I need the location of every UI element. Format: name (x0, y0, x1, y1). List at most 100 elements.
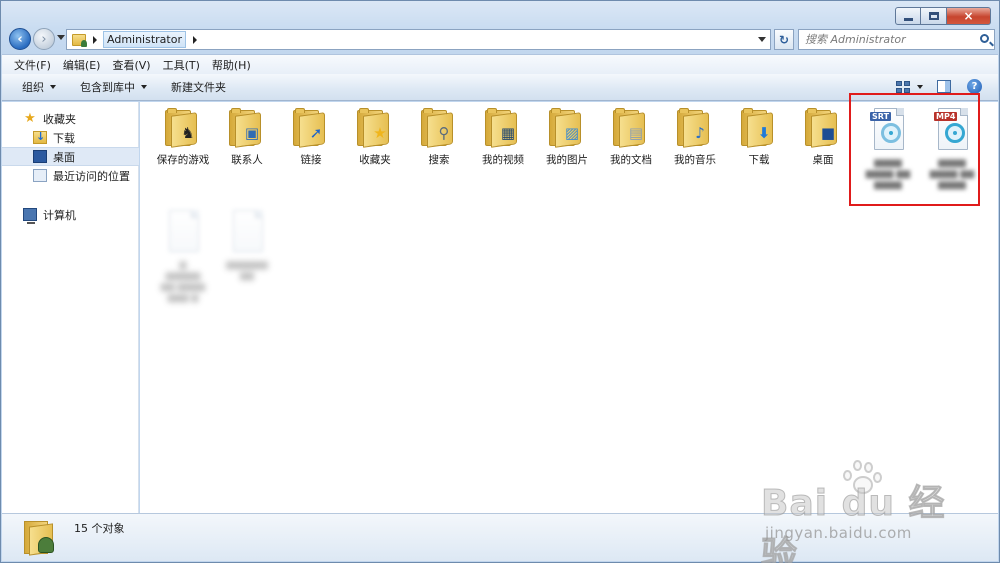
chess-knight-icon: ♞ (181, 124, 195, 142)
folder-contacts[interactable]: ▣ 联系人 (215, 108, 279, 167)
folder-label: 我的图片 (546, 154, 588, 166)
folder-my-music[interactable]: ♪ 我的音乐 (663, 108, 727, 167)
menu-view[interactable]: 查看(V) (112, 57, 150, 73)
sidebar-item-downloads[interactable]: 下载 (2, 128, 139, 147)
breadcrumb-administrator[interactable]: Administrator (103, 31, 186, 48)
redacted-filename: ▆▆▆▆▆▆ ▆▆ (226, 260, 268, 281)
recent-pages-dropdown[interactable] (57, 35, 65, 40)
sidebar-item-recent-places[interactable]: 最近访问的位置 (2, 166, 139, 185)
back-arrow-icon: ‹ (17, 31, 23, 47)
change-view-icon[interactable] (896, 80, 910, 93)
menu-edit[interactable]: 编辑(E) (63, 57, 101, 73)
document-icon: ▤ (628, 124, 644, 142)
include-in-library-button[interactable]: 包含到库中 (80, 79, 147, 95)
address-bar[interactable]: Administrator (66, 29, 771, 50)
folder-label: 我的文档 (610, 154, 652, 166)
folder-links[interactable]: ➚ 链接 (279, 108, 343, 167)
refresh-button[interactable]: ↻ (774, 29, 794, 50)
search-box[interactable] (798, 29, 995, 50)
folder-label: 搜索 (428, 154, 450, 166)
help-icon[interactable]: ? (967, 79, 982, 94)
folder-label: 链接 (300, 154, 322, 166)
folder-label: 收藏夹 (359, 154, 391, 166)
folder-icon: ★ (357, 108, 393, 148)
redacted-filename: ▆ ▆▆▆▆▆ ▆▆ ▆▆▆▆ ▆▆▆ ▆ (160, 260, 206, 303)
item-count: 15 个对象 (74, 522, 125, 535)
preview-pane-icon[interactable] (937, 80, 951, 93)
back-button[interactable]: ‹ (9, 28, 31, 50)
sidebar-item-label: 最近访问的位置 (53, 169, 130, 183)
star-icon: ★ (373, 124, 387, 142)
menu-tools[interactable]: 工具(T) (163, 57, 200, 73)
forward-arrow-icon: › (41, 31, 47, 47)
close-icon: × (963, 9, 974, 23)
refresh-icon: ↻ (778, 32, 790, 47)
folder-icon: ▣ (229, 108, 265, 148)
folder-my-documents[interactable]: ▤ 我的文档 (599, 108, 663, 167)
view-controls: ? (896, 79, 982, 94)
forward-button[interactable]: › (33, 28, 55, 50)
computer-icon (23, 208, 37, 224)
folder-label: 保存的游戏 (156, 154, 210, 166)
folder-saved-games[interactable]: ♞ 保存的游戏 (151, 108, 215, 167)
folder-icon: ■ (805, 108, 841, 148)
download-arrow-icon: ⬇ (757, 124, 771, 142)
picture-icon: ▨ (564, 124, 580, 142)
include-in-library-label: 包含到库中 (80, 81, 135, 94)
navigation-row: ‹ › Administrator ↻ (7, 27, 995, 51)
folder-icon: ▨ (549, 108, 585, 148)
redacted-file[interactable]: ▆ ▆▆▆▆▆ ▆▆ ▆▆▆▆ ▆▆▆ ▆ (151, 210, 215, 304)
folder-icon: ▤ (613, 108, 649, 148)
folder-label: 我的视频 (482, 154, 524, 166)
sidebar-item-favorites[interactable]: ★ 收藏夹 (2, 109, 139, 128)
folder-favorites[interactable]: ★ 收藏夹 (343, 108, 407, 167)
folder-icon: ⚲ (421, 108, 457, 148)
chevron-right-icon[interactable] (93, 35, 97, 44)
folder-downloads[interactable]: ⬇ 下载 (727, 108, 791, 167)
sidebar-item-label: 桌面 (53, 150, 75, 164)
chevron-right-icon[interactable] (193, 35, 197, 44)
link-arrow-icon: ➚ (309, 124, 323, 142)
folder-searches[interactable]: ⚲ 搜索 (407, 108, 471, 167)
menu-file[interactable]: 文件(F) (14, 57, 51, 73)
close-button[interactable]: × (947, 7, 991, 25)
folder-icon: ▦ (485, 108, 521, 148)
film-icon: ▦ (500, 124, 516, 142)
folder-icon: ➚ (293, 108, 329, 148)
folder-label: 我的音乐 (674, 154, 716, 166)
sidebar-item-label: 收藏夹 (43, 112, 76, 126)
folder-desktop[interactable]: ■ 桌面 (791, 108, 855, 167)
user-folder-icon (72, 33, 87, 47)
navigation-pane: ★ 收藏夹 下载 桌面 最近访问的位置 计算机 (2, 102, 139, 513)
highlight-box (849, 93, 980, 206)
minimize-button[interactable] (895, 7, 921, 25)
generic-file-icon (227, 210, 267, 256)
status-bar: 15 个对象 (2, 513, 998, 561)
organize-label: 组织 (22, 81, 44, 94)
new-folder-button[interactable]: 新建文件夹 (171, 79, 226, 95)
star-icon: ★ (24, 111, 36, 126)
window-controls: × (895, 7, 991, 25)
address-history-dropdown[interactable] (758, 37, 766, 42)
sidebar-item-desktop[interactable]: 桌面 (2, 147, 139, 166)
sidebar-item-computer[interactable]: 计算机 (2, 205, 139, 224)
folder-icon: ♞ (165, 108, 201, 148)
organize-button[interactable]: 组织 (22, 79, 56, 95)
contact-card-icon: ▣ (244, 124, 260, 142)
redacted-file[interactable]: ▆▆▆▆▆▆ ▆▆ (215, 210, 279, 282)
desktop-icon: ■ (820, 124, 836, 142)
search-input[interactable] (805, 33, 975, 46)
download-folder-icon (33, 130, 47, 144)
maximize-button[interactable] (921, 7, 947, 25)
folder-my-videos[interactable]: ▦ 我的视频 (471, 108, 535, 167)
folder-icon: ♪ (677, 108, 713, 148)
new-folder-label: 新建文件夹 (171, 81, 226, 94)
search-icon[interactable] (980, 34, 989, 43)
sidebar-item-label: 计算机 (43, 208, 76, 222)
view-options-dropdown[interactable] (917, 84, 923, 89)
chevron-down-icon (141, 85, 147, 89)
maximize-icon (928, 12, 939, 20)
folder-my-pictures[interactable]: ▨ 我的图片 (535, 108, 599, 167)
menu-help[interactable]: 帮助(H) (212, 57, 251, 73)
chevron-down-icon (50, 85, 56, 89)
